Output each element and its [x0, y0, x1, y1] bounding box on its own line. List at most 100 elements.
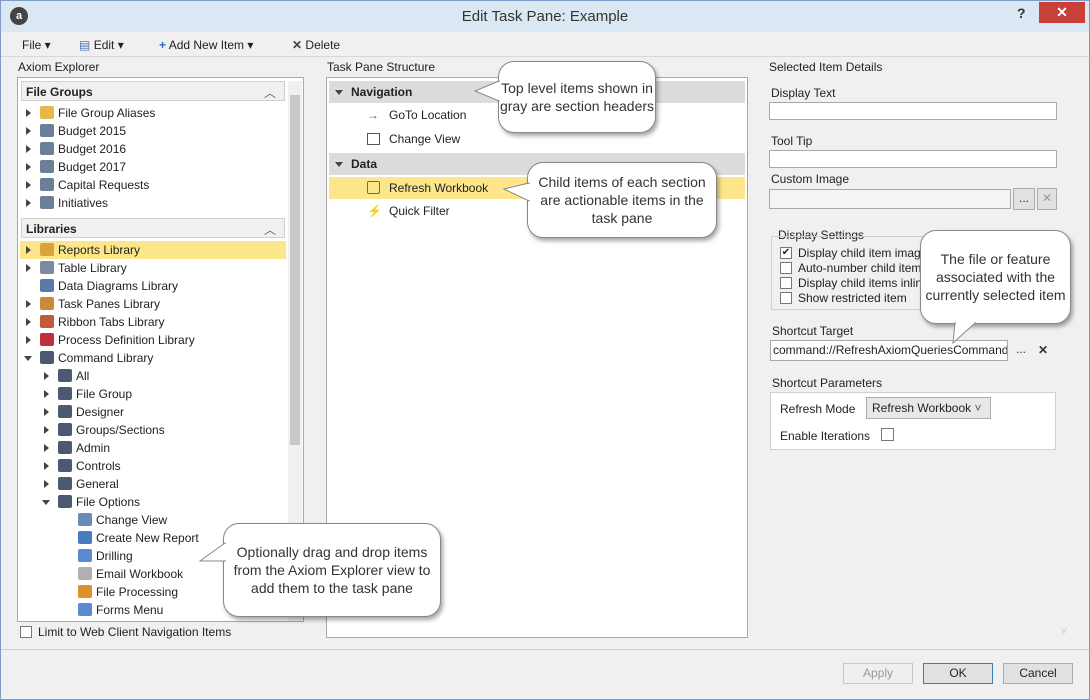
library-item[interactable]: Process Definition Library — [20, 331, 286, 349]
ok-button[interactable]: OK — [923, 663, 993, 684]
limit-web-client-checkbox[interactable] — [20, 626, 32, 638]
display-text-input[interactable] — [769, 102, 1057, 120]
command-category[interactable]: Designer — [20, 403, 286, 421]
command-category[interactable]: Admin — [20, 439, 286, 457]
library-item[interactable]: Data Diagrams Library — [20, 277, 286, 295]
close-button[interactable]: ✕ — [1039, 2, 1085, 23]
tree-label: Budget 2015 — [58, 124, 127, 138]
expand-icon[interactable] — [44, 408, 49, 416]
display-setting-label: Display child item imag — [798, 246, 921, 260]
shortcut-target-label: Shortcut Target — [772, 324, 854, 338]
file-group-item[interactable]: Budget 2016 — [20, 140, 286, 158]
chevron-down-icon: ˅ — [1061, 626, 1067, 637]
expand-icon[interactable] — [44, 444, 49, 452]
expand-icon[interactable] — [26, 336, 31, 344]
command-category[interactable]: Controls — [20, 457, 286, 475]
custom-image-label: Custom Image — [771, 172, 850, 186]
tree-label: Forms Menu — [96, 603, 164, 617]
file-group-item-icon — [40, 196, 54, 209]
tooltip-input[interactable] — [769, 150, 1057, 168]
display-text-label: Display Text — [771, 86, 836, 100]
library-item[interactable]: Reports Library — [20, 241, 286, 259]
callout-file-feature: The file or feature associated with the … — [920, 230, 1071, 324]
display-setting-checkbox[interactable] — [780, 292, 792, 304]
expand-icon[interactable] — [26, 246, 31, 254]
expand-icon[interactable] — [26, 163, 31, 171]
file-group-item[interactable]: Capital Requests — [20, 176, 286, 194]
refresh-mode-dropdown[interactable]: Refresh Workbook ˅ — [866, 397, 991, 419]
shortcut-params-label: Shortcut Parameters — [772, 376, 883, 390]
library-item-icon — [40, 297, 54, 310]
command-category[interactable]: Groups/Sections — [20, 421, 286, 439]
file-group-item-icon — [40, 178, 54, 191]
clear-image-button[interactable]: ✕ — [1037, 188, 1057, 210]
apply-button[interactable]: Apply — [843, 663, 913, 684]
display-setting-checkbox[interactable]: ✔ — [780, 247, 792, 259]
library-item[interactable]: Table Library — [20, 259, 286, 277]
command-item-icon — [78, 603, 92, 616]
expand-icon[interactable] — [26, 127, 31, 135]
browse-shortcut-button[interactable]: ... — [1016, 342, 1026, 356]
tree-label: File Options — [76, 495, 141, 509]
enable-iterations-checkbox[interactable] — [881, 428, 894, 441]
library-item-icon — [40, 279, 54, 292]
file-group-item[interactable]: Initiatives — [20, 194, 286, 212]
cancel-button[interactable]: Cancel — [1003, 663, 1073, 684]
expand-icon[interactable] — [44, 390, 49, 398]
file-menu[interactable]: File ▾ — [22, 38, 51, 52]
tree-label: All — [76, 369, 90, 383]
libraries-header[interactable]: Libraries ︿ — [21, 218, 285, 238]
tree-label: File Processing — [96, 585, 179, 599]
edit-icon: ▤ — [79, 38, 91, 52]
callout-pointer — [473, 80, 500, 102]
expand-icon[interactable] — [44, 426, 49, 434]
library-item-icon — [40, 243, 54, 256]
expand-icon[interactable] — [26, 181, 31, 189]
collapse-icon[interactable] — [42, 500, 50, 505]
library-item[interactable]: Command Library — [20, 349, 286, 367]
tree-label: Email Workbook — [96, 567, 184, 581]
enable-iterations-label: Enable Iterations — [780, 429, 871, 443]
library-item-icon — [40, 315, 54, 328]
expand-icon[interactable] — [44, 480, 49, 488]
library-item-icon — [40, 261, 54, 274]
help-button[interactable]: ? — [1017, 5, 1026, 21]
tooltip-label: Tool Tip — [771, 134, 813, 148]
display-setting-checkbox[interactable] — [780, 277, 792, 289]
delete-button[interactable]: ✕ Delete — [292, 38, 340, 52]
command-item-icon — [78, 567, 92, 580]
browse-image-button[interactable]: ... — [1013, 188, 1035, 210]
edit-menu[interactable]: ▤ Edit ▾ — [79, 38, 124, 52]
library-item[interactable]: Task Panes Library — [20, 295, 286, 313]
file-groups-header[interactable]: File Groups ︿ — [21, 81, 285, 101]
command-category[interactable]: General — [20, 475, 286, 493]
expand-icon[interactable] — [44, 462, 49, 470]
expand-icon[interactable] — [26, 264, 31, 272]
command-category-icon — [58, 477, 72, 490]
command-category[interactable]: All — [20, 367, 286, 385]
file-group-item[interactable]: Budget 2017 — [20, 158, 286, 176]
expand-icon[interactable] — [26, 145, 31, 153]
limit-web-client-label: Limit to Web Client Navigation Items — [38, 625, 232, 639]
display-setting-checkbox[interactable] — [780, 262, 792, 274]
command-item-icon — [78, 531, 92, 544]
command-category[interactable]: File Options — [20, 493, 286, 511]
expand-icon[interactable] — [44, 372, 49, 380]
library-item[interactable]: Ribbon Tabs Library — [20, 313, 286, 331]
tree-label: Data Diagrams Library — [58, 279, 179, 293]
scrollbar-thumb[interactable] — [290, 95, 300, 445]
clear-shortcut-button[interactable]: ✕ — [1038, 343, 1048, 357]
tree-label: Admin — [76, 441, 111, 455]
add-new-item-menu[interactable]: + Add New Item ▾ — [159, 38, 253, 52]
file-group-item[interactable]: File Group Aliases — [20, 104, 286, 122]
collapse-icon[interactable] — [24, 356, 32, 361]
command-category-icon — [58, 387, 72, 400]
command-category[interactable]: File Group — [20, 385, 286, 403]
file-group-item[interactable]: Budget 2015 — [20, 122, 286, 140]
expand-icon[interactable] — [26, 199, 31, 207]
expand-icon[interactable] — [26, 109, 31, 117]
expand-icon[interactable] — [26, 300, 31, 308]
custom-image-input[interactable] — [769, 189, 1011, 209]
expand-icon[interactable] — [26, 318, 31, 326]
tree-label: Ribbon Tabs Library — [58, 315, 165, 329]
